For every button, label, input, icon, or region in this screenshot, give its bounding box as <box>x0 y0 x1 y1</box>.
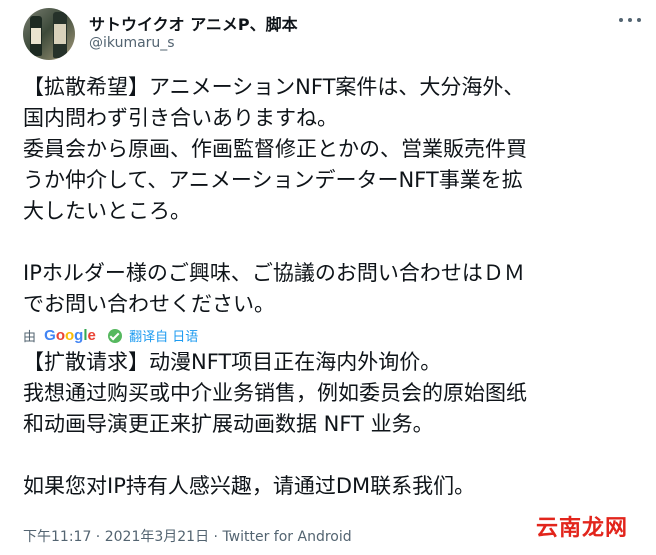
google-logo: Google <box>44 327 96 344</box>
check-circle-icon <box>108 328 122 343</box>
translation-bar: 由 Google 翻译自 日语 <box>23 326 198 346</box>
more-options-icon[interactable] <box>619 12 643 28</box>
google-letter: G <box>44 327 56 344</box>
user-handle[interactable]: @ikumaru_s <box>89 35 175 51</box>
google-letter: g <box>74 327 84 344</box>
meta-separator: · <box>91 529 105 545</box>
google-letter: e <box>87 327 96 344</box>
translated-by-label: 由 <box>23 330 37 345</box>
avatar[interactable] <box>23 8 75 60</box>
tweet-metadata: 下午11:17 · 2021年3月21日 · Twitter for Andro… <box>23 526 352 546</box>
display-name[interactable]: サトウイクオ アニメP、脚本 <box>89 11 298 35</box>
tweet-source[interactable]: Twitter for Android <box>222 529 351 545</box>
tweet-text: 【拡散希望】アニメーションNFT案件は、大分海外、 国内問わず引き合いありますね… <box>23 75 527 316</box>
meta-separator: · <box>209 529 223 545</box>
watermark-logo: 云南龙网 <box>535 516 628 541</box>
google-letter: o <box>65 327 75 344</box>
avatar-bottle-right-label <box>54 24 66 44</box>
translated-from-link[interactable]: 翻译自 日语 <box>129 326 198 345</box>
avatar-bottle-left-label <box>31 28 41 44</box>
tweet-time[interactable]: 下午11:17 <box>23 529 91 545</box>
tweet-header: サトウイクオ アニメP、脚本 @ikumaru_s <box>23 8 643 64</box>
tweet-date[interactable]: 2021年3月21日 <box>105 529 209 545</box>
translated-text: 【扩散请求】动漫NFT项目正在海内外询价。 我想通过购买或中介业务销售，例如委员… <box>23 350 527 498</box>
google-letter: o <box>55 327 65 344</box>
